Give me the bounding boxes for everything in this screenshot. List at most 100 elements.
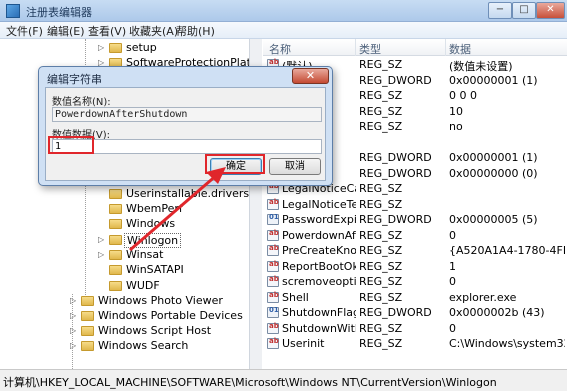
- cancel-button[interactable]: 取消: [269, 158, 321, 175]
- value-name: Shell: [282, 290, 309, 304]
- value-type: REG_SZ: [359, 244, 403, 257]
- column-name-header[interactable]: 名称: [269, 41, 291, 57]
- column-data-header[interactable]: 数据: [449, 41, 471, 57]
- value-name: PasswordExpir...: [282, 213, 356, 226]
- value-type: REG_SZ: [359, 104, 403, 118]
- expand-arrow-icon[interactable]: [98, 189, 106, 199]
- status-path: 计算机\HKEY_LOCAL_MACHINE\SOFTWARE\Microsof…: [3, 376, 497, 389]
- column-divider[interactable]: [355, 39, 356, 56]
- value-data: 1: [449, 259, 456, 273]
- tree-item-label: Windows Photo Viewer: [98, 294, 223, 307]
- dialog-close-button[interactable]: ✕: [292, 68, 329, 84]
- value-row[interactable]: PreCreateKno...REG_SZ {A520A1A4-1780-4FF6…: [263, 243, 567, 259]
- expand-arrow-icon[interactable]: ▷: [98, 235, 106, 245]
- value-type: REG_SZ: [359, 197, 403, 211]
- expand-arrow-icon[interactable]: ▷: [98, 43, 106, 53]
- folder-icon: [81, 341, 94, 351]
- expand-arrow-icon[interactable]: [98, 265, 106, 275]
- value-type: REG_SZ: [359, 321, 403, 335]
- tree-item-label: Windows Search: [98, 339, 189, 352]
- value-type: REG_SZ: [359, 120, 403, 133]
- value-row[interactable]: Userinit REG_SZ C:\Windows\system32\u: [263, 336, 567, 352]
- value-data: 0: [449, 321, 456, 335]
- value-type: REG_DWORD: [359, 151, 432, 164]
- annotation-highlight-box: [205, 154, 265, 174]
- expand-arrow-icon[interactable]: ▷: [70, 311, 78, 321]
- menu-file[interactable]: 文件(F): [6, 23, 43, 39]
- folder-icon: [81, 296, 94, 306]
- column-divider[interactable]: [445, 39, 446, 56]
- window-title: 注册表编辑器: [26, 6, 92, 19]
- value-name: ReportBootOk: [282, 259, 356, 273]
- value-type: REG_SZ: [359, 182, 403, 195]
- value-name: Userinit: [282, 337, 325, 350]
- value-data: {A520A1A4-1780-4FF6-B: [449, 244, 565, 257]
- tree-item-label: Windows Portable Devices: [98, 309, 243, 322]
- string-value-icon: [267, 198, 279, 210]
- value-row[interactable]: scremoveoptionREG_SZ 0: [263, 274, 567, 290]
- expand-arrow-icon[interactable]: [98, 281, 106, 291]
- folder-icon: [81, 311, 94, 321]
- value-data: 0x0000002b (43): [449, 306, 545, 319]
- value-type: REG_SZ: [359, 290, 403, 304]
- value-data: 0x00000000 (0): [449, 166, 538, 180]
- regedit-app-icon: [6, 4, 20, 18]
- value-type: REG_SZ: [359, 275, 403, 288]
- menu-edit[interactable]: 编辑(E): [47, 23, 85, 39]
- tree-item-label: WUDF: [126, 279, 160, 292]
- value-type: REG_DWORD: [359, 73, 432, 87]
- value-row[interactable]: ShutdownWith...REG_SZ 0: [263, 321, 567, 337]
- value-name: ShutdownFlags: [282, 306, 356, 319]
- title-bar: 注册表编辑器 − □ ✕: [0, 0, 567, 22]
- string-value-icon: [267, 260, 279, 272]
- regedit-window: 注册表编辑器 − □ ✕ 文件(F) 编辑(E) 查看(V) 收藏夹(A) 帮助…: [0, 0, 567, 391]
- menu-view[interactable]: 查看(V): [88, 23, 126, 39]
- dialog-title: 编辑字符串: [47, 73, 102, 86]
- string-value-icon: [267, 229, 279, 241]
- expand-arrow-icon[interactable]: [98, 204, 106, 214]
- value-name: LegalNoticeText: [282, 197, 356, 211]
- value-data: C:\Windows\system32\u: [449, 337, 565, 350]
- maximize-button[interactable]: □: [512, 2, 536, 19]
- value-type: REG_SZ: [359, 89, 403, 102]
- minimize-button[interactable]: −: [488, 2, 512, 19]
- value-row[interactable]: Shell REG_SZ explorer.exe: [263, 290, 567, 306]
- expand-arrow-icon[interactable]: ▷: [70, 341, 78, 351]
- dialog-body: 数值名称(N): PowerdownAfterShutdown 数值数据(V):…: [45, 87, 326, 181]
- value-type: REG_DWORD: [359, 213, 432, 226]
- expand-arrow-icon[interactable]: ▷: [70, 326, 78, 336]
- menu-help[interactable]: 帮助(H): [176, 23, 215, 39]
- value-name-label: 数值名称(N):: [52, 97, 111, 108]
- value-data: 10: [449, 104, 463, 118]
- column-type-header[interactable]: 类型: [359, 41, 381, 57]
- tree-item-label: Winsat: [126, 248, 164, 261]
- menu-favorites[interactable]: 收藏夹(A): [129, 23, 178, 39]
- value-data: 0 0 0: [449, 89, 477, 102]
- value-row[interactable]: PowerdownAft...REG_SZ 0: [263, 228, 567, 244]
- value-row[interactable]: ShutdownFlagsREG_DWORD 0x0000002b (43): [263, 305, 567, 321]
- close-button[interactable]: ✕: [536, 2, 565, 19]
- tree-item-label: Windows Script Host: [98, 324, 212, 337]
- value-data: 0x00000001 (1): [449, 73, 538, 87]
- value-data: explorer.exe: [449, 290, 517, 304]
- value-type: REG_SZ: [359, 337, 403, 350]
- value-row[interactable]: PasswordExpir...REG_DWORD 0x00000005 (5): [263, 212, 567, 228]
- value-row[interactable]: LegalNoticeTextREG_SZ: [263, 197, 567, 213]
- folder-icon: [109, 219, 122, 229]
- folder-icon: [109, 235, 122, 245]
- string-value-icon: [267, 275, 279, 287]
- folder-icon: [109, 250, 122, 260]
- tree-item-label: Userinstallable.drivers: [126, 187, 250, 200]
- value-name: scremoveoption: [282, 275, 356, 288]
- value-name: PreCreateKno...: [282, 244, 356, 257]
- folder-icon: [109, 43, 122, 53]
- folder-icon: [109, 204, 122, 214]
- value-type: REG_SZ: [359, 58, 403, 71]
- expand-arrow-icon[interactable]: ▷: [98, 250, 106, 260]
- expand-arrow-icon[interactable]: ▷: [70, 296, 78, 306]
- tree-item-label: WbemPerf: [126, 202, 183, 215]
- value-name: PowerdownAft...: [282, 228, 356, 242]
- string-value-icon: [267, 291, 279, 303]
- expand-arrow-icon[interactable]: [98, 219, 106, 229]
- value-row[interactable]: ReportBootOkREG_SZ 1: [263, 259, 567, 275]
